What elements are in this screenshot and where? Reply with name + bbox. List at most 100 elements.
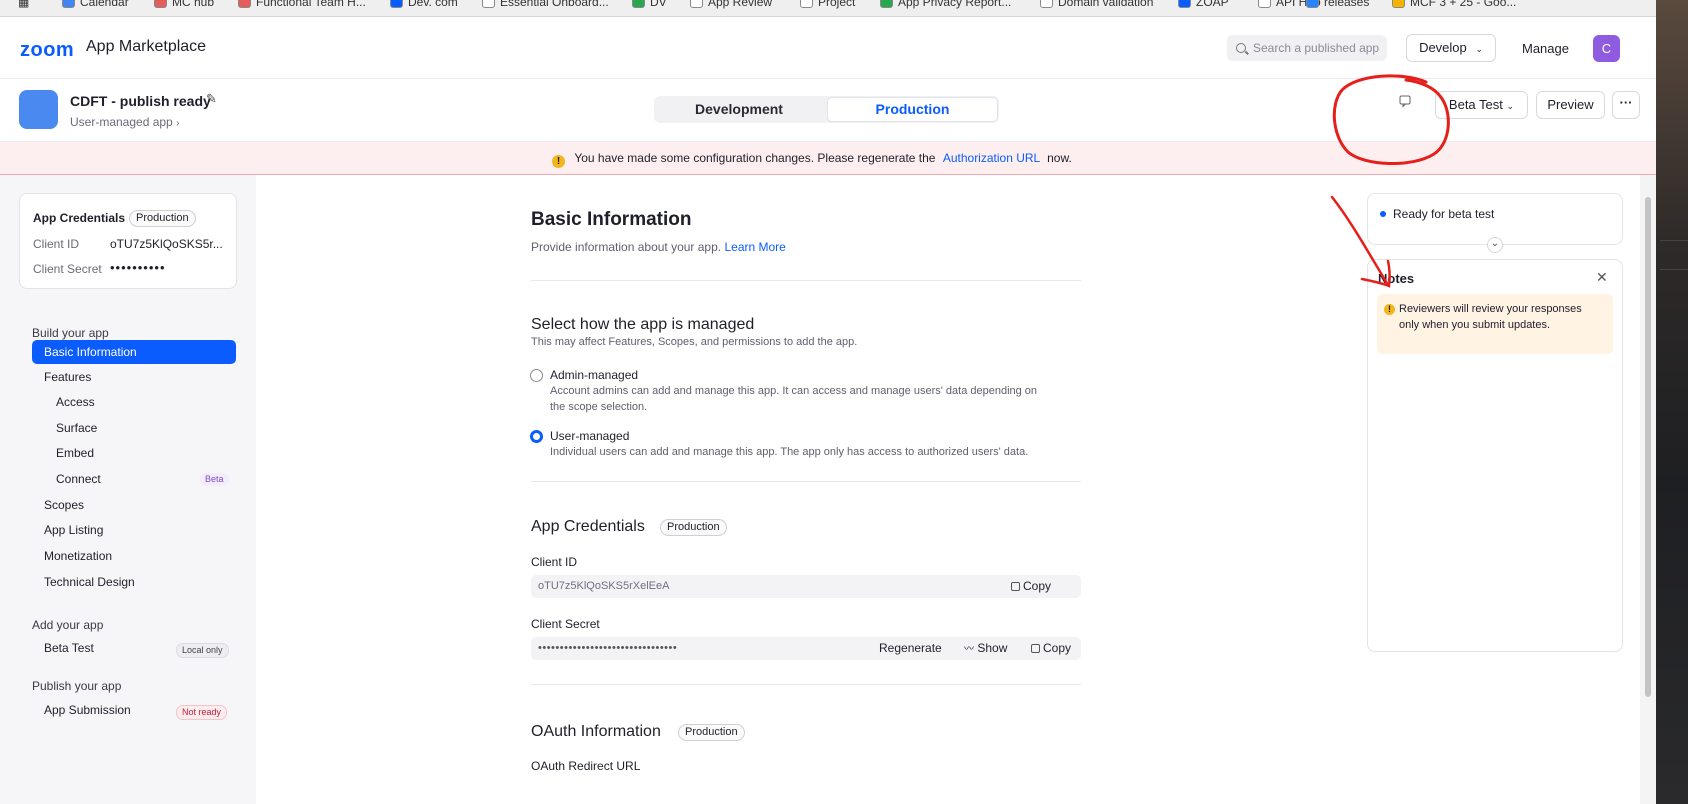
sidebar-item-monetization[interactable]: Monetization <box>44 544 236 568</box>
build-your-app-heading: Build your app <box>32 326 109 340</box>
search-input[interactable]: Search a published app <box>1227 35 1387 61</box>
notes-panel: Notes ✕ ! Reviewers will review your res… <box>1367 259 1623 652</box>
annotation-circle-icon <box>1332 74 1450 165</box>
bookmark-item[interactable]: MCF 3 + 25 - Goo... <box>1392 0 1516 10</box>
divider <box>531 280 1081 281</box>
managed-section-title: Select how the app is managed <box>531 316 755 333</box>
admin-managed-radio[interactable] <box>530 369 543 382</box>
sidebar-item-surface[interactable]: Surface <box>56 416 236 440</box>
not-ready-badge: Not ready <box>176 705 228 720</box>
divider <box>531 481 1081 482</box>
page-subtitle: Provide information about your app. Lear… <box>531 240 786 254</box>
develop-label: Develop <box>1419 40 1467 55</box>
add-your-app-heading: Add your app <box>32 618 104 632</box>
show-secret-button[interactable]: 〰 Show <box>964 637 1007 661</box>
client-id-label: Client ID <box>33 237 80 251</box>
zoom-logo[interactable]: zoom <box>20 39 74 62</box>
sidebar-item-embed[interactable]: Embed <box>56 441 236 465</box>
admin-managed-label[interactable]: Admin-managed <box>550 368 638 382</box>
more-options-icon[interactable]: ··· <box>1612 91 1640 119</box>
bookmark-item[interactable]: Domain validation <box>1040 0 1153 10</box>
chevron-down-icon: ⌄ <box>1475 44 1483 54</box>
app-window: zoom App Marketplace Search a published … <box>0 17 1656 804</box>
authorization-url-link[interactable]: Authorization URL <box>943 151 1040 165</box>
client-id-value: oTU7z5KlQoSKS5r... <box>110 237 223 251</box>
bookmark-item[interactable]: Functional Team H... <box>238 0 366 10</box>
sidebar-item-features[interactable]: Features <box>44 365 236 389</box>
bookmark-icon <box>1306 0 1319 8</box>
client-id-label: Client ID <box>531 555 578 569</box>
production-chip: Production <box>678 724 745 741</box>
sidebar-credentials-card: App Credentials Production Client ID oTU… <box>19 193 237 289</box>
client-secret-field: •••••••••••••••••••••••••••••••• Regener… <box>531 637 1081 660</box>
user-managed-label[interactable]: User-managed <box>550 429 629 443</box>
bookmark-icon <box>1392 0 1405 8</box>
bookmark-item[interactable]: Dev. com <box>390 0 458 10</box>
learn-more-link[interactable]: Learn More <box>724 240 785 254</box>
sidebar-item-technical-design[interactable]: Technical Design <box>44 570 236 594</box>
admin-managed-desc: Account admins can add and manage this a… <box>550 385 1038 397</box>
banner-text-end: now. <box>1047 151 1072 165</box>
tab-production[interactable]: Production <box>828 98 997 121</box>
production-chip: Production <box>129 210 196 227</box>
app-type[interactable]: User-managed app › <box>70 115 179 129</box>
bookmark-item[interactable]: App Review <box>690 0 772 10</box>
bookmark-icon <box>238 0 251 8</box>
bookmark-item[interactable]: ZOAP <box>1178 0 1229 10</box>
warning-icon: ! <box>552 155 565 168</box>
sidebar-item-app-listing[interactable]: App Listing <box>44 518 236 542</box>
oauth-redirect-label: OAuth Redirect URL <box>531 759 641 773</box>
bookmark-item[interactable]: DV <box>632 0 667 10</box>
oauth-section-title: OAuth Information <box>531 723 661 740</box>
copy-icon <box>1031 644 1040 653</box>
copy-client-secret-button[interactable]: Copy <box>1031 637 1071 660</box>
bookmark-item[interactable]: Calendar <box>62 0 129 10</box>
divider <box>531 684 1081 685</box>
bookmark-icon <box>690 0 703 8</box>
client-secret-label: Client Secret <box>33 262 102 276</box>
environment-tabs: Development Production <box>654 96 999 123</box>
production-chip: Production <box>660 519 727 536</box>
top-navigation: zoom App Marketplace Search a published … <box>0 17 1656 79</box>
sidebar-item-basic-information[interactable]: Basic Information <box>32 340 236 364</box>
chevron-down-icon: ⌄ <box>1506 101 1515 111</box>
scrollbar[interactable] <box>1640 175 1656 804</box>
local-only-badge: Local only <box>176 643 229 658</box>
copy-icon <box>1011 582 1020 591</box>
eye-icon: 〰 <box>964 644 974 655</box>
bookmarks-bar: ▦ Calendar MC hub Functional Team H... Dev.… <box>0 0 1656 17</box>
search-icon <box>1236 43 1246 53</box>
notes-text: Reviewers will review your responses onl… <box>1399 303 1582 331</box>
develop-dropdown[interactable]: Develop ⌄ <box>1406 34 1496 62</box>
search-placeholder: Search a published app <box>1253 41 1380 55</box>
regenerate-button[interactable]: Regenerate <box>879 637 942 660</box>
tab-development[interactable]: Development <box>656 98 822 121</box>
bookmark-icon <box>62 0 75 8</box>
bookmark-icon <box>880 0 893 8</box>
sidebar-item-scopes[interactable]: Scopes <box>44 493 236 517</box>
avatar[interactable]: C <box>1593 35 1620 62</box>
user-managed-radio[interactable] <box>530 430 543 443</box>
marketplace-title[interactable]: App Marketplace <box>86 38 206 56</box>
user-managed-desc: Individual users can add and manage this… <box>550 446 1029 458</box>
client-secret-value: •••••••••• <box>110 260 166 275</box>
bookmark-item[interactable]: releases <box>1306 0 1369 10</box>
expand-chevron-icon[interactable]: ⌄ <box>1487 237 1503 253</box>
sidebar-item-access[interactable]: Access <box>56 390 236 414</box>
preview-button[interactable]: Preview <box>1536 91 1605 119</box>
credentials-title: App Credentials <box>33 211 126 225</box>
bookmark-item[interactable]: Essential Onboard... <box>482 0 609 10</box>
bookmark-item[interactable]: Project <box>800 0 855 10</box>
bookmark-icon <box>1258 0 1271 8</box>
bookmark-icon <box>800 0 813 8</box>
warning-icon: ! <box>1384 304 1395 315</box>
bookmark-icon <box>154 0 167 8</box>
bookmark-item[interactable]: App Privacy Report... <box>880 0 1011 10</box>
manage-link[interactable]: Manage <box>1522 41 1569 56</box>
apps-grid-icon[interactable]: ▦ <box>18 0 29 10</box>
admin-managed-desc-2: the scope selection. <box>550 401 648 413</box>
edit-pencil-icon[interactable]: ✎ <box>206 91 217 107</box>
copy-client-id-button[interactable]: Copy <box>1011 575 1051 598</box>
close-icon[interactable]: ✕ <box>1596 269 1608 286</box>
bookmark-item[interactable]: MC hub <box>154 0 214 10</box>
